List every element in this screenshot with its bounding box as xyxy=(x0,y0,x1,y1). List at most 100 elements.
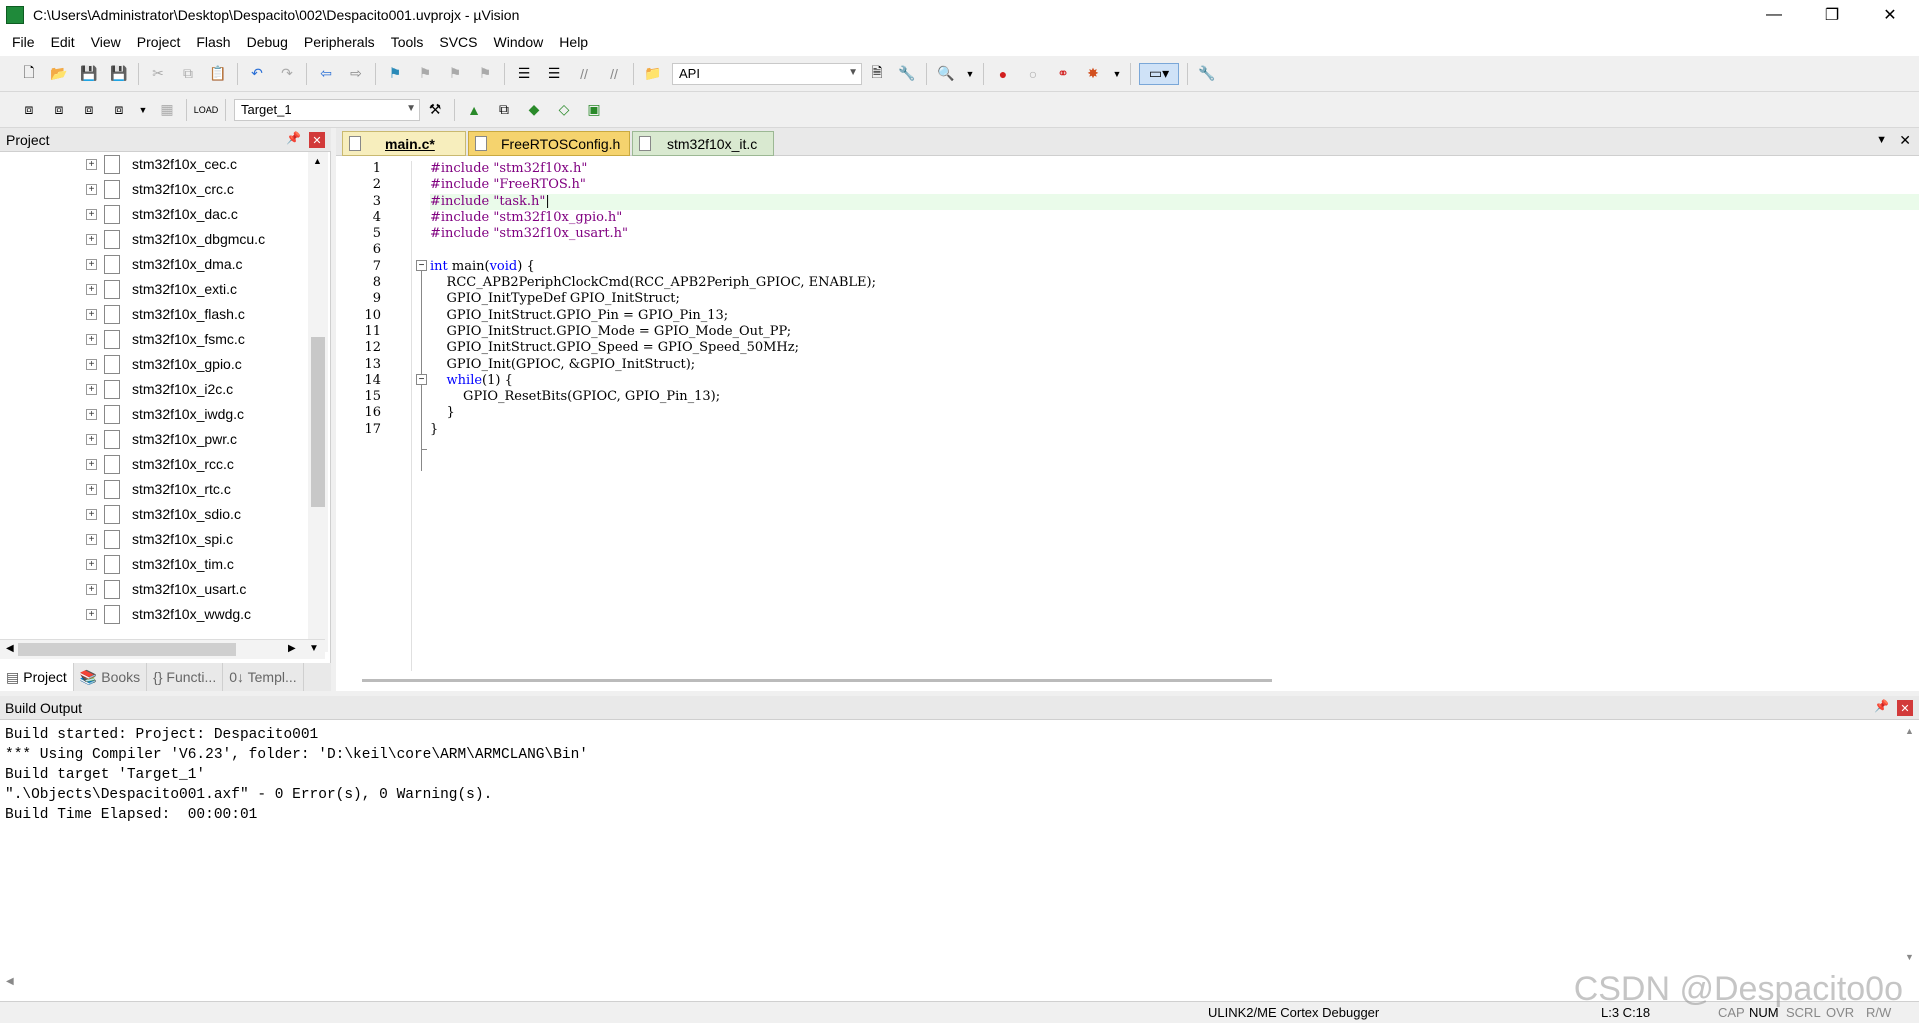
batch-build-icon[interactable]: ⧈ xyxy=(108,99,130,121)
scroll-down-icon-build[interactable]: ▼ xyxy=(1905,952,1914,962)
incremental-find-icon[interactable]: 🔧 xyxy=(896,63,918,85)
unindent-icon[interactable]: ☰ xyxy=(543,63,565,85)
menu-project[interactable]: Project xyxy=(129,29,189,56)
expand-icon[interactable]: + xyxy=(86,509,97,520)
expand-icon[interactable]: + xyxy=(86,559,97,570)
indent-icon[interactable]: ☰ xyxy=(513,63,535,85)
expand-icon[interactable]: + xyxy=(86,459,97,470)
redo-icon[interactable]: ↷ xyxy=(276,63,298,85)
scroll-left-icon[interactable]: ◀ xyxy=(6,643,14,654)
build-icon[interactable]: ⧈ xyxy=(48,99,70,121)
menu-tools[interactable]: Tools xyxy=(383,29,432,56)
minimize-button[interactable]: — xyxy=(1745,0,1803,29)
save-all-icon[interactable]: 💾 xyxy=(108,63,130,85)
bookmark-prev-icon[interactable]: ⚑ xyxy=(414,63,436,85)
project-vertical-scrollbar[interactable]: ▲ xyxy=(308,152,328,652)
expand-icon[interactable]: + xyxy=(86,309,97,320)
tree-item[interactable]: + stm32f10x_spi.c xyxy=(0,527,310,552)
translate-icon[interactable]: ⧈ xyxy=(18,99,40,121)
tree-item[interactable]: + stm32f10x_dma.c xyxy=(0,252,310,277)
tab-functions[interactable]: {} Functi... xyxy=(147,663,224,691)
target-options-icon[interactable]: ⚒ xyxy=(424,99,446,121)
breakpoint-kill-all-icon[interactable]: ✸ xyxy=(1082,63,1104,85)
uncomment-icon[interactable]: // xyxy=(603,63,625,85)
tree-item[interactable]: + stm32f10x_pwr.c xyxy=(0,427,310,452)
expand-icon[interactable]: + xyxy=(86,434,97,445)
expand-icon[interactable]: + xyxy=(86,584,97,595)
menu-peripherals[interactable]: Peripherals xyxy=(296,29,383,56)
bookmark-next-icon[interactable]: ⚑ xyxy=(444,63,466,85)
bookmark-icon[interactable]: ⚑ xyxy=(384,63,406,85)
tree-item[interactable]: + stm32f10x_crc.c xyxy=(0,177,310,202)
tree-item[interactable]: + stm32f10x_wwdg.c xyxy=(0,602,310,627)
tab-templates[interactable]: 0↓ Templ... xyxy=(223,663,304,691)
tabs-dropdown-icon[interactable]: ▼ xyxy=(1876,134,1887,146)
menu-svcs[interactable]: SVCS xyxy=(431,29,485,56)
close-panel-icon[interactable]: ✕ xyxy=(309,132,325,148)
expand-icon[interactable]: + xyxy=(86,359,97,370)
bookmark-clear-icon[interactable]: ⚑ xyxy=(474,63,496,85)
expand-icon[interactable]: + xyxy=(86,159,97,170)
copy-icon[interactable]: ⧉ xyxy=(177,63,199,85)
menu-debug[interactable]: Debug xyxy=(239,29,296,56)
scroll-thumb[interactable] xyxy=(311,337,325,507)
tab-books[interactable]: 📚 Books xyxy=(74,663,148,691)
pack-installer-icon[interactable]: ◆ xyxy=(523,99,545,121)
breakpoint-disable-all-icon[interactable]: ⚭ xyxy=(1052,63,1074,85)
find-in-files-icon[interactable]: 📁 xyxy=(642,63,664,85)
scroll-right-icon[interactable]: ▶ xyxy=(288,643,296,654)
expand-icon[interactable]: + xyxy=(86,484,97,495)
expand-icon[interactable]: + xyxy=(86,259,97,270)
close-build-icon[interactable]: ✕ xyxy=(1897,700,1913,716)
download-load-icon[interactable]: LOAD xyxy=(194,99,219,121)
tree-item[interactable]: + stm32f10x_usart.c xyxy=(0,577,310,602)
scroll-up-icon-build[interactable]: ▲ xyxy=(1905,726,1914,736)
project-horizontal-scrollbar[interactable]: ◀ ▶ ▼ xyxy=(0,639,325,659)
expand-icon[interactable]: + xyxy=(86,334,97,345)
expand-icon[interactable]: + xyxy=(86,609,97,620)
breakpoint-disabled-icon[interactable]: ○ xyxy=(1022,63,1044,85)
comment-icon[interactable]: // xyxy=(573,63,595,85)
tree-item[interactable]: + stm32f10x_i2c.c xyxy=(0,377,310,402)
tree-item[interactable]: + stm32f10x_exti.c xyxy=(0,277,310,302)
menu-file[interactable]: File xyxy=(4,29,43,56)
tree-item[interactable]: + stm32f10x_fsmc.c xyxy=(0,327,310,352)
build-vertical-scrollbar[interactable]: ▲ ▼ xyxy=(1901,720,1919,970)
tree-item[interactable]: + stm32f10x_flash.c xyxy=(0,302,310,327)
rebuild-icon[interactable]: ⧈ xyxy=(78,99,100,121)
pin-icon-build[interactable]: 📌 xyxy=(1874,699,1889,713)
close-tab-icon[interactable]: ✕ xyxy=(1899,132,1911,149)
menu-window[interactable]: Window xyxy=(486,29,552,56)
paste-icon[interactable]: 📋 xyxy=(207,63,229,85)
menu-edit[interactable]: Edit xyxy=(43,29,83,56)
pin-icon[interactable]: 📌 xyxy=(286,131,301,145)
close-button[interactable]: ✕ xyxy=(1861,0,1919,29)
new-file-icon[interactable]: 🗋 xyxy=(18,63,40,85)
tree-item[interactable]: + stm32f10x_rtc.c xyxy=(0,477,310,502)
breakpoint-icon[interactable]: ● xyxy=(992,63,1014,85)
expand-icon[interactable]: + xyxy=(86,409,97,420)
menu-help[interactable]: Help xyxy=(551,29,596,56)
run-time-env-icon[interactable]: ◇ xyxy=(553,99,575,121)
expand-icon[interactable]: + xyxy=(86,184,97,195)
tree-item[interactable]: + stm32f10x_rcc.c xyxy=(0,452,310,477)
editor-horizontal-scrollbar[interactable] xyxy=(362,672,1902,688)
editor-hscroll-thumb[interactable] xyxy=(362,679,1272,682)
tree-item[interactable]: + stm32f10x_tim.c xyxy=(0,552,310,577)
scroll-up-icon[interactable]: ▲ xyxy=(313,156,322,166)
event-recorder-icon[interactable]: ▣ xyxy=(583,99,605,121)
tree-item[interactable]: + stm32f10x_sdio.c xyxy=(0,502,310,527)
menu-flash[interactable]: Flash xyxy=(188,29,238,56)
target-select[interactable]: Target_1 ▼ xyxy=(234,98,420,121)
find-combo[interactable]: API ▼ xyxy=(672,62,862,85)
scroll-left-icon-build[interactable]: ◀ xyxy=(6,976,14,987)
tab-freertosconfig-h[interactable]: FreeRTOSConfig.h xyxy=(468,131,630,156)
dropdown-arrow-icon-2[interactable]: ▼ xyxy=(1112,63,1122,85)
tree-item[interactable]: + stm32f10x_gpio.c xyxy=(0,352,310,377)
tree-item[interactable]: + stm32f10x_iwdg.c xyxy=(0,402,310,427)
nav-forward-icon[interactable]: ⇨ xyxy=(345,63,367,85)
tree-item[interactable]: + stm32f10x_dac.c xyxy=(0,202,310,227)
nav-back-icon[interactable]: ⇦ xyxy=(315,63,337,85)
maximize-button[interactable]: ❐ xyxy=(1803,0,1861,29)
fold-main-icon[interactable]: − xyxy=(416,260,427,271)
